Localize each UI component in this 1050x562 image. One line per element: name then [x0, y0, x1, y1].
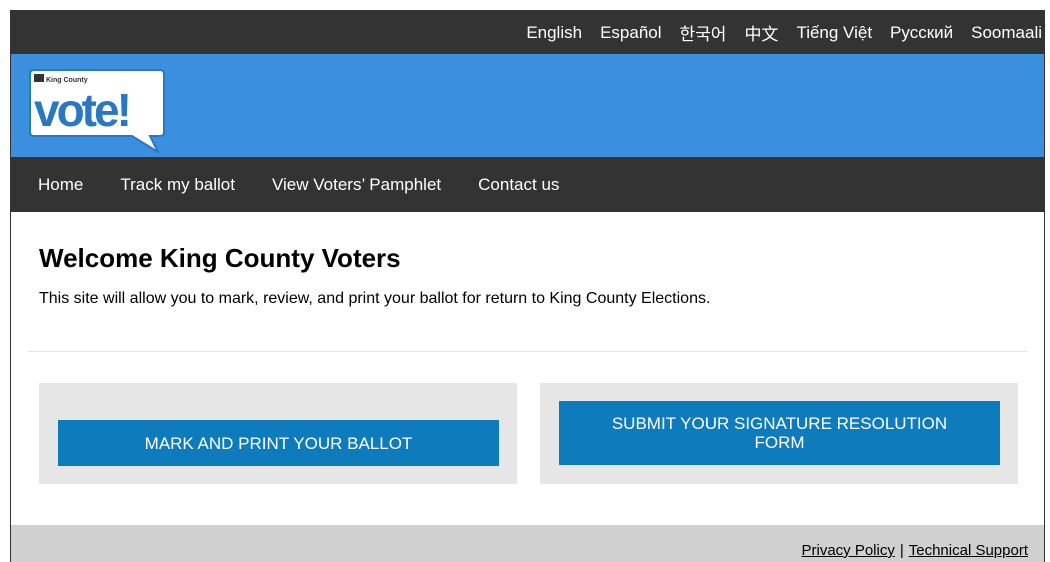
main-nav: Home Track my ballot View Voters’ Pamphl… — [11, 157, 1044, 212]
nav-track-ballot[interactable]: Track my ballot — [120, 175, 235, 195]
nav-contact-us[interactable]: Contact us — [478, 175, 559, 195]
nav-voters-pamphlet[interactable]: View Voters’ Pamphlet — [272, 175, 441, 195]
action-cards: MARK AND PRINT YOUR BALLOT SUBMIT YOUR S… — [39, 352, 1018, 502]
footer: Privacy Policy | Technical Support — [11, 525, 1044, 562]
lang-russian[interactable]: Русский — [890, 23, 953, 43]
privacy-policy-link[interactable]: Privacy Policy — [801, 542, 894, 559]
signature-button-line1: SUBMIT YOUR SIGNATURE RESOLUTION — [611, 414, 948, 433]
lang-korean[interactable]: 한국어 — [680, 20, 727, 45]
mark-print-card: MARK AND PRINT YOUR BALLOT — [39, 383, 517, 484]
page-frame: English Español 한국어 中文 Tiếng Việt Русски… — [10, 10, 1045, 562]
signature-resolution-card: SUBMIT YOUR SIGNATURE RESOLUTION FORM — [540, 383, 1018, 484]
header-banner: King County vote! — [11, 54, 1044, 157]
lang-chinese[interactable]: 中文 — [744, 20, 778, 45]
nav-home[interactable]: Home — [38, 175, 83, 195]
technical-support-link[interactable]: Technical Support — [909, 542, 1028, 559]
main-content: Welcome King County Voters This site wil… — [11, 243, 1044, 502]
logo-vote-text: vote! — [34, 84, 129, 136]
language-bar: English Español 한국어 中文 Tiếng Việt Русски… — [11, 11, 1044, 54]
mark-print-ballot-button[interactable]: MARK AND PRINT YOUR BALLOT — [58, 420, 499, 466]
lang-vietnamese[interactable]: Tiếng Việt — [796, 23, 872, 43]
submit-signature-form-button[interactable]: SUBMIT YOUR SIGNATURE RESOLUTION FORM — [559, 401, 1000, 465]
page-title: Welcome King County Voters — [39, 243, 401, 273]
king-county-vote-logo[interactable]: King County vote! — [28, 66, 167, 153]
lang-english[interactable]: English — [526, 23, 582, 43]
signature-button-line2: FORM — [754, 433, 805, 452]
intro-text: This site will allow you to mark, review… — [39, 290, 711, 307]
lang-espanol[interactable]: Español — [600, 23, 661, 43]
logo-county-text: King County — [46, 77, 88, 84]
footer-separator: | — [899, 542, 904, 559]
lang-somali[interactable]: Soomaali — [971, 23, 1042, 43]
